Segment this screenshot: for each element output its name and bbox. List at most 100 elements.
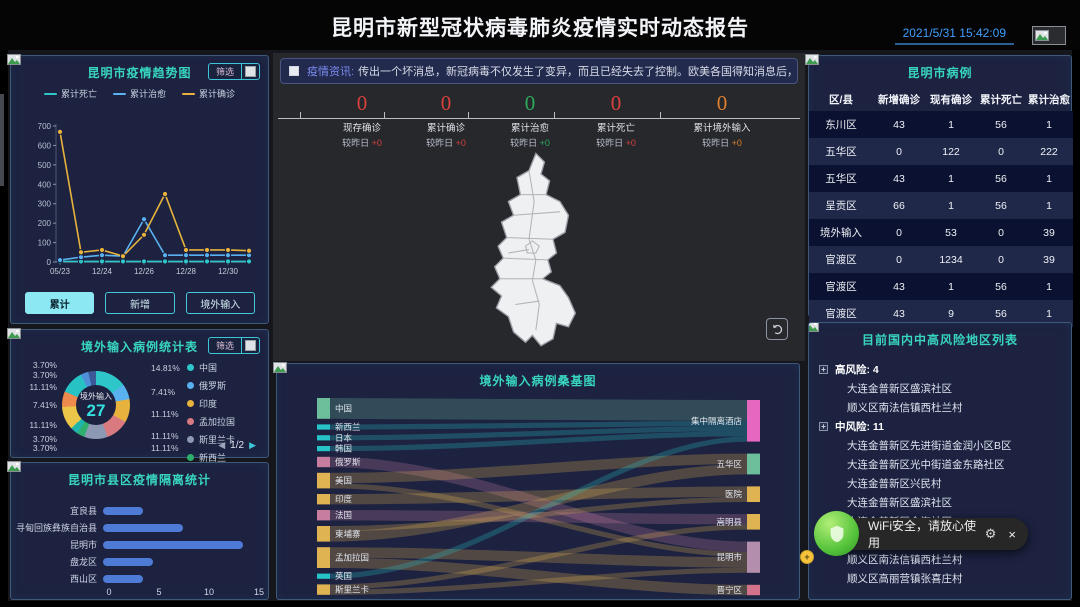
broken-image-button[interactable] — [1032, 26, 1066, 45]
table-cell: 1234 — [925, 246, 977, 273]
sankey-node[interactable] — [317, 494, 330, 504]
svg-text:五华区: 五华区 — [716, 459, 742, 469]
donut-percent-label: 3.70% — [17, 443, 57, 453]
donut-legend-item[interactable]: 俄罗斯 — [187, 376, 235, 394]
trend-tab-新增[interactable]: 新增 — [105, 292, 174, 314]
bar[interactable] — [103, 524, 183, 532]
stat-label: 累计境外输入 — [667, 120, 777, 134]
bar-category-label: 昆明市 — [11, 538, 103, 551]
sankey-node[interactable] — [317, 398, 330, 419]
bar[interactable] — [103, 575, 143, 583]
bar-track — [103, 575, 253, 583]
donut-percent-label: 11.11% — [151, 409, 179, 419]
legend-item[interactable]: 累计治愈 — [113, 87, 166, 100]
svg-text:600: 600 — [38, 141, 52, 150]
legend-item[interactable]: 累计死亡 — [44, 87, 97, 100]
sankey-node[interactable] — [317, 584, 330, 594]
legend-label: 累计确诊 — [199, 87, 235, 100]
panel-risk-list: 目前国内中高风险地区列表 +高风险: 4大连金普新区盛滨社区顺义区南法信镇西杜兰… — [808, 322, 1072, 600]
sankey-node[interactable] — [747, 585, 760, 595]
news-label: 疫情资讯: — [307, 63, 354, 79]
bar[interactable] — [103, 541, 243, 549]
close-icon[interactable]: × — [1008, 527, 1016, 542]
donut-percent-label: 3.70% — [17, 370, 57, 380]
map-outline[interactable] — [491, 153, 575, 345]
bar[interactable] — [103, 507, 143, 515]
x-tick-label: 15 — [254, 587, 264, 597]
donut-percent-label: 14.81% — [151, 363, 180, 373]
sankey-node[interactable] — [317, 473, 330, 489]
svg-text:英国: 英国 — [335, 571, 352, 581]
broken-image-icon — [1035, 30, 1049, 41]
svg-text:美国: 美国 — [335, 476, 352, 486]
donut-legend-item[interactable]: 中国 — [187, 358, 235, 376]
broken-image-icon — [7, 52, 21, 70]
wifi-badge-icon: + — [800, 550, 814, 564]
wifi-notification-popup: + WiFi安全，请放心使用 ⚙ × — [832, 518, 1028, 550]
sankey-node[interactable] — [317, 424, 330, 429]
next-page-arrow[interactable]: ▶ — [249, 440, 256, 451]
sankey-node[interactable] — [317, 526, 330, 542]
table-cell: 53 — [925, 219, 977, 246]
broken-image-icon — [273, 360, 287, 378]
donut-percent-label: 7.41% — [17, 400, 57, 410]
cases-table: 区/县新增确诊现有确诊累计死亡累计治愈 东川区431561五华区01220222… — [809, 87, 1073, 327]
risk-area-item: 大连金普新区盛滨社区 — [809, 379, 1071, 398]
sankey-node[interactable] — [317, 435, 330, 440]
tree-expander-icon[interactable]: + — [819, 422, 828, 431]
donut-legend-item[interactable]: 孟加拉国 — [187, 412, 235, 430]
svg-text:12/24: 12/24 — [92, 267, 113, 276]
map-reset-button[interactable] — [766, 318, 788, 340]
bar-category-label: 西山区 — [11, 572, 103, 585]
trend-tab-buttons: 累计新增境外输入 — [25, 292, 255, 314]
donut-center: 境外输入 27 — [76, 385, 116, 425]
risk-area-item: 大连金普新区盛滨社区 — [809, 493, 1071, 512]
prev-page-arrow[interactable]: ◀ — [218, 440, 225, 451]
sankey-node[interactable] — [317, 574, 330, 579]
donut-legend-item[interactable]: 印度 — [187, 394, 235, 412]
legend-label: 累计治愈 — [130, 87, 166, 100]
filter-button[interactable]: 筛选 — [208, 337, 260, 354]
sankey-node[interactable] — [747, 400, 760, 442]
sankey-node[interactable] — [317, 446, 330, 451]
trend-tab-累计[interactable]: 累计 — [25, 292, 94, 314]
sankey-node[interactable] — [317, 547, 330, 568]
sankey-node[interactable] — [317, 510, 330, 520]
legend-label: 印度 — [199, 397, 217, 410]
table-cell: 1 — [925, 111, 977, 138]
table-cell: 0 — [977, 219, 1025, 246]
sankey-node[interactable] — [317, 457, 330, 467]
stat-label: 累计死亡 — [561, 120, 671, 134]
svg-text:印度: 印度 — [335, 494, 353, 504]
stat-delta-value: +0 — [626, 138, 636, 148]
table-cell: 呈贡区 — [809, 192, 873, 219]
table-row: 官渡区431561 — [809, 273, 1073, 300]
svg-text:12/30: 12/30 — [218, 267, 239, 276]
table-column-header: 累计治愈 — [1025, 87, 1073, 111]
risk-section-label: 中风险: 11 — [835, 419, 884, 434]
svg-text:05/23: 05/23 — [50, 267, 71, 276]
kunming-map[interactable] — [455, 150, 627, 356]
news-bullet-icon — [289, 66, 299, 76]
svg-text:300: 300 — [38, 200, 52, 209]
legend-item[interactable]: 累计确诊 — [182, 87, 235, 100]
sankey-node[interactable] — [747, 454, 760, 475]
filter-label: 筛选 — [209, 338, 242, 353]
sankey-node[interactable] — [747, 486, 760, 502]
stat-value: 0 — [667, 90, 777, 116]
svg-text:0: 0 — [47, 258, 52, 267]
stat-delta-value: +0 — [732, 138, 742, 148]
svg-text:集中隔离酒店: 集中隔离酒店 — [691, 416, 743, 426]
sankey-node[interactable] — [747, 542, 760, 573]
risk-area-item: 大连金普新区兴民村 — [809, 474, 1071, 493]
broken-image-icon — [7, 326, 21, 344]
bar[interactable] — [103, 558, 153, 566]
settings-gear-icon[interactable]: ⚙ — [985, 526, 997, 542]
svg-text:孟加拉国: 孟加拉国 — [335, 553, 369, 563]
filter-button[interactable]: 筛选 — [208, 63, 260, 80]
tree-expander-icon[interactable]: + — [819, 365, 828, 374]
sankey-node[interactable] — [747, 514, 760, 530]
trend-tab-境外输入[interactable]: 境外输入 — [186, 292, 255, 314]
svg-text:柬埔寨: 柬埔寨 — [335, 529, 361, 539]
header: 昆明市新型冠状病毒肺炎疫情实时动态报告 2021/5/31 15:42:09 — [0, 0, 1080, 50]
